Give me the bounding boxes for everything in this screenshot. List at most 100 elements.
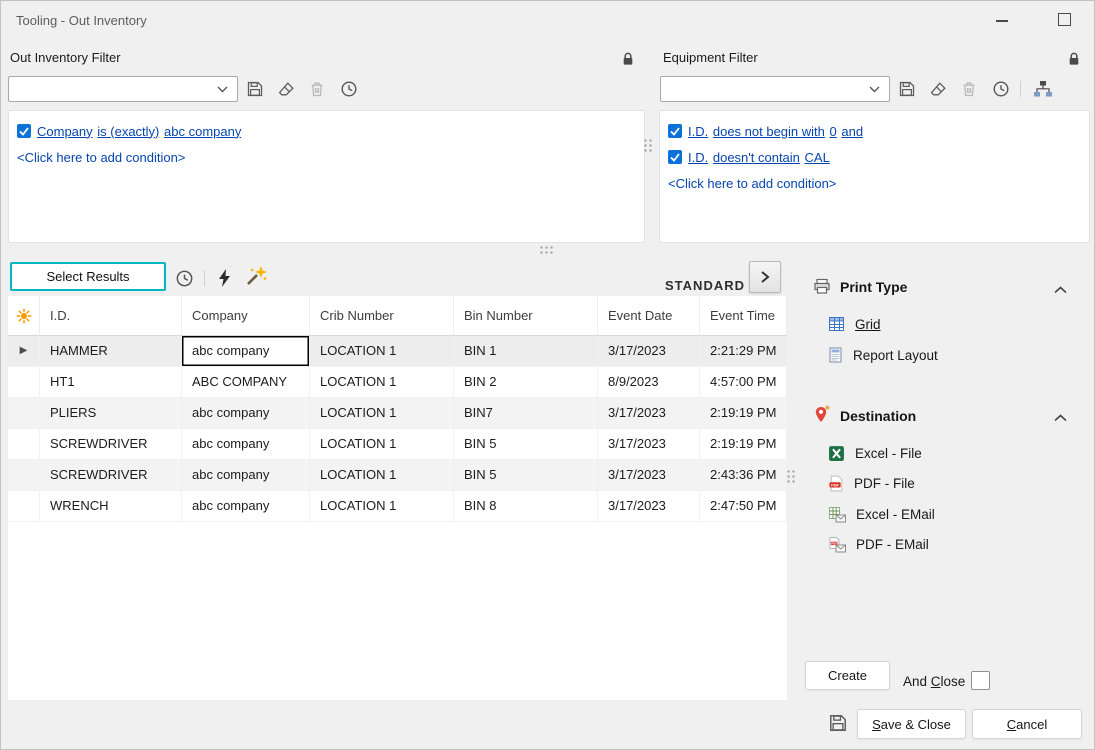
- grid-cell[interactable]: LOCATION 1: [310, 429, 454, 460]
- filter-history-button[interactable]: [989, 77, 1013, 101]
- grid-cell[interactable]: WRENCH: [40, 491, 182, 522]
- print-type-option-report[interactable]: Report Layout: [828, 343, 938, 367]
- out-inventory-filter-dropdown[interactable]: [8, 76, 238, 102]
- grid-cell[interactable]: LOCATION 1: [310, 460, 454, 491]
- condition-operator-link[interactable]: does not begin with: [713, 124, 825, 139]
- column-header-bin-number[interactable]: Bin Number: [454, 296, 598, 336]
- lock-icon[interactable]: [1062, 46, 1086, 70]
- pin-icon: [810, 402, 834, 426]
- add-condition-link[interactable]: <Click here to add condition>: [17, 150, 185, 165]
- column-header-id[interactable]: I.D.: [40, 296, 182, 336]
- cancel-button[interactable]: Cancel: [972, 709, 1082, 739]
- splitter-grip[interactable]: [786, 469, 796, 485]
- delete-filter-button[interactable]: [305, 77, 329, 101]
- grid-cell[interactable]: LOCATION 1: [310, 398, 454, 429]
- print-type-option-grid[interactable]: Grid: [828, 312, 881, 336]
- splitter-grip[interactable]: [643, 138, 653, 154]
- and-close-checkbox[interactable]: [971, 671, 990, 690]
- expand-panel-button[interactable]: [749, 261, 781, 293]
- results-history-button[interactable]: [172, 266, 196, 290]
- condition-join-link[interactable]: and: [841, 124, 863, 139]
- filter-condition: Company is (exactly) abc company: [17, 118, 636, 144]
- filter-history-button[interactable]: [337, 77, 361, 101]
- destination-option-pdf-file[interactable]: PDF PDF - File: [828, 471, 915, 495]
- condition-value-link[interactable]: CAL: [805, 150, 830, 165]
- condition-checkbox[interactable]: [668, 124, 682, 138]
- condition-checkbox[interactable]: [668, 150, 682, 164]
- grid-cell-focused[interactable]: abc company: [182, 336, 310, 367]
- grid-cell[interactable]: BIN 5: [454, 429, 598, 460]
- grid-cell[interactable]: BIN 5: [454, 460, 598, 491]
- lock-icon[interactable]: [616, 46, 640, 70]
- print-type-title: Print Type: [840, 279, 907, 295]
- grid-cell[interactable]: 3/17/2023: [598, 398, 700, 429]
- grid-cell[interactable]: 3/17/2023: [598, 336, 700, 367]
- add-condition-link[interactable]: <Click here to add condition>: [668, 176, 836, 191]
- grid-cell[interactable]: PLIERS: [40, 398, 182, 429]
- grid-cell[interactable]: SCREWDRIVER: [40, 460, 182, 491]
- condition-field-link[interactable]: I.D.: [688, 150, 708, 165]
- grid-cell[interactable]: ABC COMPANY: [182, 367, 310, 398]
- destination-option-excel-file[interactable]: Excel - File: [828, 441, 922, 465]
- format-wizard-button[interactable]: [244, 264, 268, 288]
- column-header-company[interactable]: Company: [182, 296, 310, 336]
- save-filter-button[interactable]: [243, 77, 267, 101]
- destination-option-pdf-email[interactable]: PDF PDF - EMail: [828, 532, 929, 556]
- grid-cell[interactable]: 3/17/2023: [598, 429, 700, 460]
- grid-cell[interactable]: 4:57:00 PM: [700, 367, 787, 398]
- chevron-up-icon: [1054, 414, 1067, 422]
- destination-label: Excel - EMail: [856, 507, 935, 522]
- condition-field-link[interactable]: I.D.: [688, 124, 708, 139]
- grid-cell[interactable]: BIN7: [454, 398, 598, 429]
- maximize-button[interactable]: [1058, 13, 1071, 26]
- collapse-destination-button[interactable]: [1048, 406, 1072, 430]
- grid-cell[interactable]: abc company: [182, 491, 310, 522]
- grid-cell[interactable]: 2:19:19 PM: [700, 398, 787, 429]
- select-results-button[interactable]: Select Results: [10, 262, 166, 291]
- clear-filter-button[interactable]: [926, 77, 950, 101]
- condition-value-link[interactable]: abc company: [164, 124, 241, 139]
- grid-cell[interactable]: 2:21:29 PM: [700, 336, 787, 367]
- save-settings-button[interactable]: [826, 711, 850, 735]
- collapse-print-type-button[interactable]: [1048, 278, 1072, 302]
- grid-cell[interactable]: BIN 8: [454, 491, 598, 522]
- grid-cell[interactable]: 3/17/2023: [598, 460, 700, 491]
- destination-label: PDF - EMail: [856, 537, 929, 552]
- grid-cell[interactable]: 2:43:36 PM: [700, 460, 787, 491]
- condition-value-link[interactable]: 0: [830, 124, 837, 139]
- grid-cell[interactable]: 2:19:19 PM: [700, 429, 787, 460]
- splitter-grip[interactable]: [539, 245, 555, 255]
- condition-operator-link[interactable]: is (exactly): [97, 124, 159, 139]
- column-header-crib-number[interactable]: Crib Number: [310, 296, 454, 336]
- grid-cell[interactable]: abc company: [182, 460, 310, 491]
- destination-option-excel-email[interactable]: Excel - EMail: [828, 502, 935, 526]
- grid-cell[interactable]: HAMMER: [40, 336, 182, 367]
- condition-checkbox[interactable]: [17, 124, 31, 138]
- grid-cell[interactable]: abc company: [182, 398, 310, 429]
- grid-cell[interactable]: HT1: [40, 367, 182, 398]
- save-close-button[interactable]: Save & Close: [857, 709, 966, 739]
- grid-cell[interactable]: LOCATION 1: [310, 336, 454, 367]
- equipment-tree-button[interactable]: [1031, 77, 1055, 101]
- grid-options-header[interactable]: [8, 296, 40, 336]
- grid-cell[interactable]: 2:47:50 PM: [700, 491, 787, 522]
- condition-field-link[interactable]: Company: [37, 124, 93, 139]
- create-button[interactable]: Create: [805, 661, 890, 690]
- delete-filter-button[interactable]: [957, 77, 981, 101]
- condition-operator-link[interactable]: doesn't contain: [713, 150, 800, 165]
- run-query-button[interactable]: [212, 266, 236, 290]
- grid-cell[interactable]: 3/17/2023: [598, 491, 700, 522]
- grid-cell[interactable]: BIN 2: [454, 367, 598, 398]
- grid-cell[interactable]: 8/9/2023: [598, 367, 700, 398]
- column-header-event-date[interactable]: Event Date: [598, 296, 700, 336]
- clear-filter-button[interactable]: [274, 77, 298, 101]
- grid-cell[interactable]: abc company: [182, 429, 310, 460]
- grid-cell[interactable]: LOCATION 1: [310, 491, 454, 522]
- grid-cell[interactable]: LOCATION 1: [310, 367, 454, 398]
- grid-cell[interactable]: BIN 1: [454, 336, 598, 367]
- minimize-button[interactable]: [996, 20, 1008, 22]
- grid-cell[interactable]: SCREWDRIVER: [40, 429, 182, 460]
- save-filter-button[interactable]: [895, 77, 919, 101]
- column-header-event-time[interactable]: Event Time: [700, 296, 787, 336]
- equipment-filter-dropdown[interactable]: [660, 76, 890, 102]
